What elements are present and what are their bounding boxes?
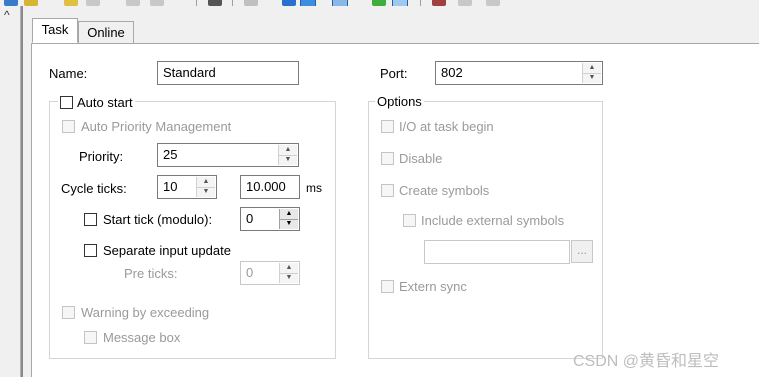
disable-label: Disable: [399, 151, 443, 166]
cycle-time-unit: ms: [306, 181, 322, 195]
cycle-ticks-label: Cycle ticks:: [61, 181, 127, 196]
browse-button[interactable]: ...: [571, 240, 593, 263]
cycle-ticks-value: 10: [163, 179, 178, 194]
auto-priority-label: Auto Priority Management: [81, 119, 232, 134]
start-tick-down-arrow-icon[interactable]: ▼: [280, 219, 298, 229]
cycle-ticks-down-arrow-icon[interactable]: ▼: [197, 187, 215, 197]
create-symbols-checkbox[interactable]: [381, 184, 394, 197]
priority-value: 25: [163, 147, 178, 162]
pre-ticks-input[interactable]: 0 ▲ ▼: [240, 261, 300, 285]
pre-ticks-label: Pre ticks:: [124, 266, 178, 281]
external-path-input[interactable]: [424, 240, 570, 264]
message-box-checkbox[interactable]: [84, 331, 97, 344]
collapse-caret-icon[interactable]: ^: [4, 8, 10, 22]
io-at-task-begin-label: I/O at task begin: [399, 119, 494, 134]
options-group: [368, 101, 603, 359]
separate-input-label: Separate input update: [103, 243, 231, 258]
priority-input[interactable]: 25 ▲ ▼: [157, 143, 299, 167]
priority-down-arrow-icon[interactable]: ▼: [279, 155, 297, 165]
left-gutter: [0, 6, 21, 377]
watermark: CSDN @黄昏和星空: [573, 353, 720, 370]
extern-sync-label: Extern sync: [399, 279, 467, 294]
tab-task[interactable]: Task: [32, 18, 78, 43]
priority-label: Priority:: [79, 149, 124, 164]
pre-ticks-stepper[interactable]: ▲ ▼: [279, 263, 298, 283]
include-external-checkbox[interactable]: [403, 214, 416, 227]
port-down-arrow-icon[interactable]: ▼: [583, 73, 601, 83]
cycle-time-input[interactable]: 10.000: [240, 175, 300, 199]
auto-start-group-header: Auto start: [58, 93, 135, 111]
disable-checkbox[interactable]: [381, 152, 394, 165]
pre-ticks-value: 0: [246, 265, 254, 280]
start-tick-stepper[interactable]: ▲ ▼: [279, 209, 298, 229]
separate-input-checkbox[interactable]: [84, 244, 97, 257]
auto-start-checkbox[interactable]: [60, 95, 73, 109]
tab-online[interactable]: Online: [78, 21, 134, 45]
name-label: Name:: [49, 66, 88, 81]
warning-label: Warning by exceeding: [81, 305, 210, 320]
message-box-label: Message box: [103, 330, 181, 345]
auto-priority-checkbox[interactable]: [62, 120, 75, 133]
start-tick-input[interactable]: 0 ▲ ▼: [240, 207, 300, 231]
start-tick-checkbox[interactable]: [84, 213, 97, 226]
cycle-ticks-stepper[interactable]: ▲ ▼: [196, 177, 215, 197]
pre-ticks-down-arrow-icon[interactable]: ▼: [280, 273, 298, 283]
cycle-ticks-input[interactable]: 10 ▲ ▼: [157, 175, 217, 199]
start-tick-value: 0: [246, 211, 254, 226]
auto-start-label: Auto start: [77, 94, 133, 110]
priority-stepper[interactable]: ▲ ▼: [278, 145, 297, 165]
name-input[interactable]: Standard: [157, 61, 299, 85]
warning-checkbox[interactable]: [62, 306, 75, 319]
create-symbols-label: Create symbols: [399, 183, 490, 198]
extern-sync-checkbox[interactable]: [381, 280, 394, 293]
port-label: Port:: [380, 66, 408, 81]
include-external-label: Include external symbols: [421, 213, 565, 228]
panel-divider: [21, 6, 23, 377]
options-group-title: Options: [375, 94, 424, 109]
start-tick-label: Start tick (modulo):: [103, 212, 213, 227]
port-value: 802: [441, 65, 463, 80]
io-at-task-begin-checkbox[interactable]: [381, 120, 394, 133]
port-stepper[interactable]: ▲ ▼: [582, 63, 601, 83]
port-input[interactable]: 802 ▲ ▼: [435, 61, 603, 85]
